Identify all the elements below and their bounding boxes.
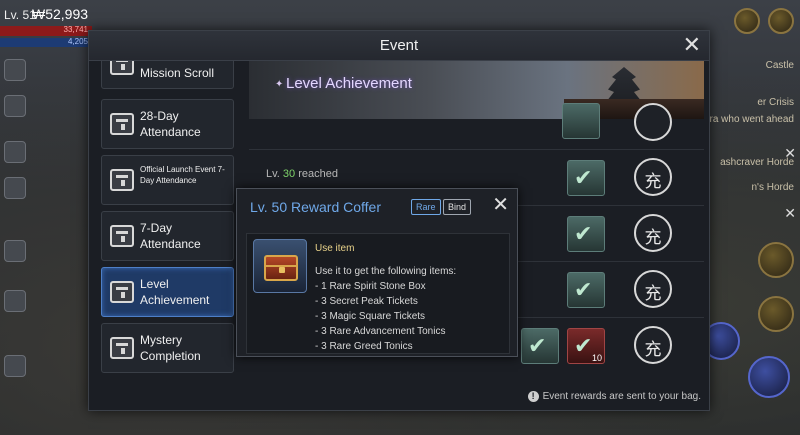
sidebar-item-label: Mission Scroll: [140, 66, 215, 80]
claim-icon: 充: [644, 172, 662, 191]
footer-note: ! Event rewards are sent to your bag.: [527, 391, 701, 402]
event-scroll-icon: [110, 61, 134, 75]
list-item: - 3 Rare Advancement Tonics: [315, 326, 446, 337]
sidebar-item-label: 28-Day Attendance: [140, 109, 201, 139]
sidebar-item-mission-scroll[interactable]: Mission Scroll: [101, 61, 234, 89]
list-item: - 1 Rare Spirit Stone Box: [315, 281, 426, 292]
quest-line[interactable]: ra who went ahead: [709, 114, 794, 125]
quest-line[interactable]: ashcraver Horde: [720, 157, 794, 168]
use-item-label: Use item: [315, 243, 355, 254]
rarity-badge: Rare: [411, 199, 441, 215]
star-icon: ✦: [275, 79, 284, 90]
check-icon: ✔: [574, 165, 593, 190]
claim-button[interactable]: 充: [634, 158, 672, 196]
bind-badge: Bind: [443, 199, 472, 215]
sidebar-item-mystery-completion[interactable]: Mystery Completion: [101, 323, 234, 373]
trophy-icon: [110, 281, 134, 303]
collapse-icon[interactable]: [4, 177, 26, 199]
mail-icon[interactable]: [4, 59, 26, 81]
claim-button[interactable]: 充: [634, 326, 672, 364]
claim-icon: 充: [644, 340, 662, 359]
banner-title: Level Achievement: [286, 75, 412, 92]
reward-item[interactable]: [562, 103, 600, 139]
player-status-hud: Lv. 51 ₩52,993 33,741 4,205: [0, 0, 95, 52]
reward-tooltip: Lv. 50 Reward Coffer Rare Bind ✕ Use ite…: [236, 188, 518, 357]
popup-title: Lv. 50 Reward Coffer: [250, 199, 381, 215]
coffer-icon: [253, 239, 307, 293]
list-item: - 3 Rare Greed Tonics: [315, 341, 413, 352]
sidebar-item-level-achievement[interactable]: Level Achievement: [101, 267, 234, 317]
claim-button[interactable]: 充: [634, 214, 672, 252]
check-icon: ✔: [528, 333, 547, 358]
reward-row: [249, 103, 704, 149]
item-quantity: 10: [591, 353, 602, 363]
sidebar-item-7-day-attendance[interactable]: 7-Day Attendance: [101, 211, 234, 261]
skill-button[interactable]: [758, 296, 794, 332]
add-icon[interactable]: [768, 8, 794, 34]
sidebar-item-launch-attendance[interactable]: Official Launch Event 7-Day Attendance: [101, 155, 234, 205]
check-icon: ✔: [574, 333, 593, 358]
notification-icon[interactable]: [734, 8, 760, 34]
hp-value: 33,741: [63, 25, 88, 34]
mystery-icon: [110, 337, 134, 359]
info-icon: !: [527, 391, 539, 402]
dialog-header: Event ✕: [89, 31, 709, 61]
claim-button[interactable]: [634, 103, 672, 141]
attack-button[interactable]: [748, 356, 790, 398]
item-description: Use it to get the following items: - 1 R…: [315, 266, 457, 352]
mp-value: 4,205: [67, 37, 88, 46]
skill-button[interactable]: [758, 242, 794, 278]
event-banner: ✦ Level Achievement: [249, 61, 704, 119]
close-icon[interactable]: ✕: [492, 195, 509, 215]
dialog-title: Event: [379, 37, 419, 54]
check-icon: ✔: [574, 277, 593, 302]
reward-item[interactable]: ✔: [567, 160, 605, 196]
sidebar-item-label: Level Achievement: [140, 277, 210, 307]
hp-bar: 33,741: [0, 25, 92, 36]
list-item: - 3 Secret Peak Tickets: [315, 296, 418, 307]
sidebar-item-label: 7-Day Attendance: [140, 221, 201, 251]
list-item: - 3 Magic Square Tickets: [315, 311, 426, 322]
reward-item[interactable]: ✔: [521, 328, 559, 364]
mp-bar: 4,205: [0, 37, 92, 47]
reward-item[interactable]: ✔: [567, 272, 605, 308]
popup-body: Use item Use it to get the following ite…: [246, 233, 510, 354]
claim-icon: 充: [644, 228, 662, 247]
quest-line[interactable]: n's Horde: [752, 182, 795, 193]
claim-icon: 充: [644, 284, 662, 303]
guild-icon[interactable]: [4, 141, 26, 163]
reward-item[interactable]: ✔ 10: [567, 328, 605, 364]
claim-button[interactable]: 充: [634, 270, 672, 308]
map-icon[interactable]: [4, 240, 26, 262]
close-icon[interactable]: ✕: [683, 34, 701, 56]
menu-icon[interactable]: [4, 355, 26, 377]
sidebar-item-label: Mystery Completion: [140, 333, 201, 363]
calendar-icon: [110, 113, 134, 135]
sidebar-item-label: Official Launch Event 7-Day Attendance: [140, 165, 225, 185]
settings-icon[interactable]: [4, 290, 26, 312]
level-requirement: Lv. 30 reached: [266, 168, 338, 180]
reward-item[interactable]: ✔: [567, 216, 605, 252]
party-icon[interactable]: [4, 95, 26, 117]
check-icon: ✔: [574, 221, 593, 246]
quest-line[interactable]: er Crisis: [757, 97, 794, 108]
right-hud: Castle er Crisis ra who went ahead ✕ ash…: [700, 0, 800, 435]
left-hud: [0, 55, 90, 435]
close-quest-icon[interactable]: ✕: [784, 205, 796, 222]
combat-power: ₩52,993: [32, 6, 89, 22]
calendar-icon: [110, 225, 134, 247]
quest-line[interactable]: Castle: [766, 60, 794, 71]
sidebar-item-28-day-attendance[interactable]: 28-Day Attendance: [101, 99, 234, 149]
event-sidebar: Mission Scroll 28-Day Attendance Officia…: [101, 61, 236, 381]
calendar-icon: [110, 169, 134, 191]
